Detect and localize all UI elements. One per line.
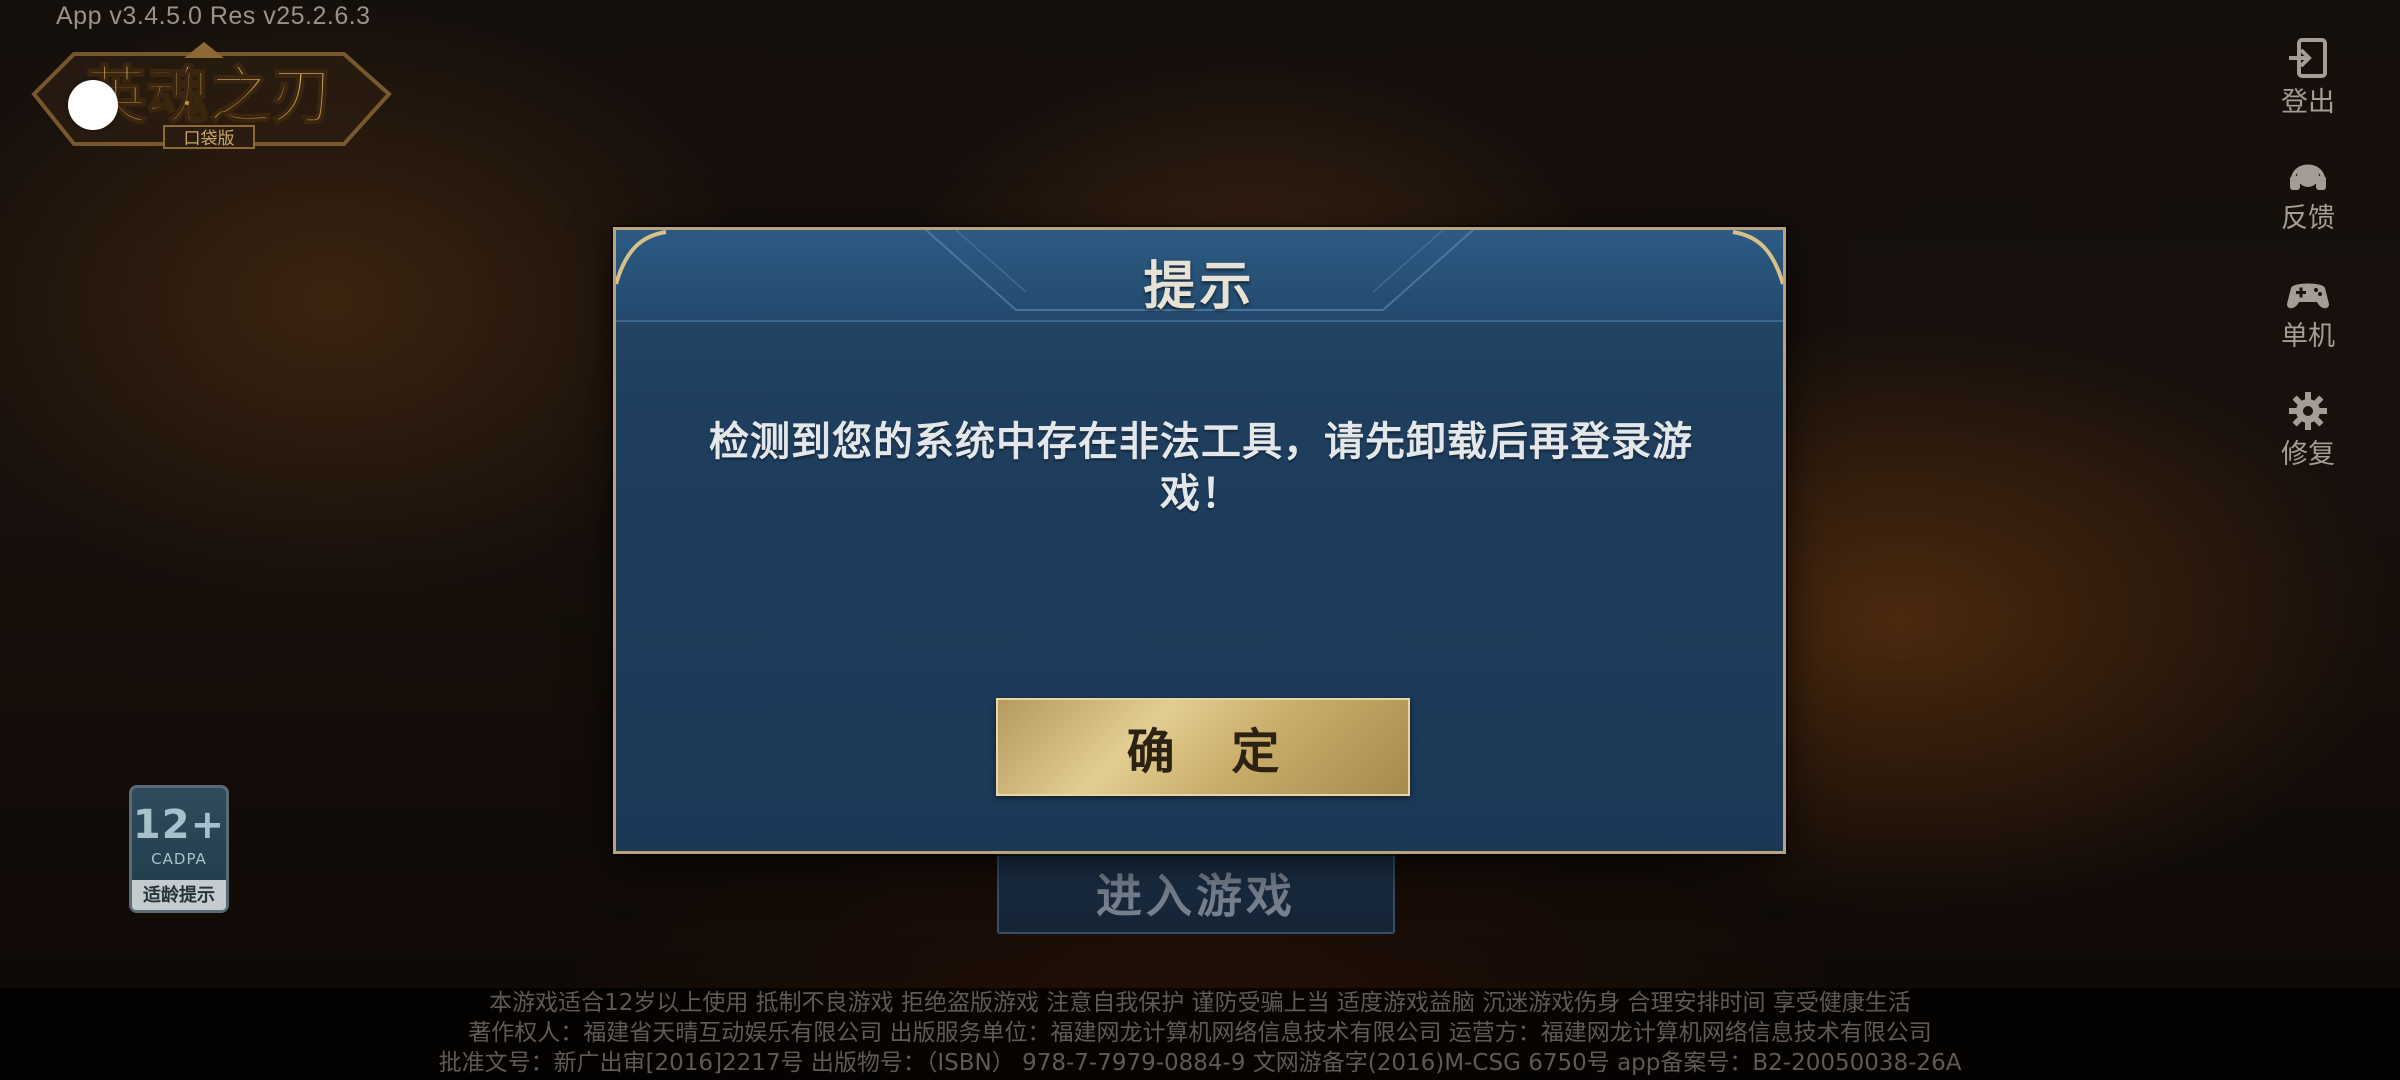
offline-mode-label: 单机 (2281, 321, 2335, 352)
offline-mode-button[interactable]: 单机 (2273, 270, 2343, 353)
footer-line-2: 著作权人：福建省天晴互动娱乐有限公司 出版服务单位：福建网龙计算机网络信息技术有… (468, 1020, 1932, 1046)
logo-subtitle: 口袋版 (184, 129, 235, 149)
footer-line-1: 本游戏适合12岁以上使用 抵制不良游戏 拒绝盗版游戏 注意自我保护 谨防受骗上当… (489, 990, 1911, 1016)
logout-icon (2289, 38, 2327, 78)
confirm-label: 确 定 (1126, 724, 1300, 780)
footer-line-3: 批准文号：新广出审[2016]2217号 出版物号：（ISBN） 978-7-7… (438, 1050, 1962, 1076)
version-text: App v3.4.5.0 Res v25.2.6.3 (56, 2, 371, 30)
gamepad-icon (2287, 283, 2329, 309)
age-rating-badge: 12+ CADPA 适龄提示 (129, 785, 229, 913)
confirm-button[interactable]: 确 定 (996, 698, 1410, 796)
repair-label: 修复 (2281, 439, 2335, 470)
legal-footer: 本游戏适合12岁以上使用 抵制不良游戏 拒绝盗版游戏 注意自我保护 谨防受骗上当… (0, 988, 2400, 1080)
headset-icon (2290, 164, 2326, 190)
logout-label: 登出 (2281, 87, 2335, 118)
feedback-label: 反馈 (2281, 203, 2335, 234)
game-login-screen: App v3.4.5.0 Res v25.2.6.3 英魂之刃 口袋版 登出 反… (0, 0, 2400, 1080)
logout-button[interactable]: 登出 (2273, 36, 2343, 119)
alert-dialog: 提示 检测到您的系统中存在非法工具，请先卸载后再登录游戏！ 确 定 (613, 227, 1786, 854)
logo-title: 英魂之刃 (85, 59, 333, 132)
rating-org: CADPA (151, 850, 207, 868)
dialog-header: 提示 (616, 230, 1783, 322)
feedback-button[interactable]: 反馈 (2273, 152, 2343, 235)
age-rating: 12+ (132, 802, 226, 848)
gear-icon (2289, 392, 2327, 430)
dialog-message: 检测到您的系统中存在非法工具，请先卸载后再登录游戏！ (709, 419, 1693, 517)
age-tip: 适龄提示 (132, 880, 226, 910)
floating-assistant-button[interactable] (68, 80, 118, 130)
repair-button[interactable]: 修复 (2273, 388, 2343, 471)
enter-game-button[interactable]: 进入游戏 (997, 852, 1395, 934)
dialog-title: 提示 (1143, 257, 1256, 317)
